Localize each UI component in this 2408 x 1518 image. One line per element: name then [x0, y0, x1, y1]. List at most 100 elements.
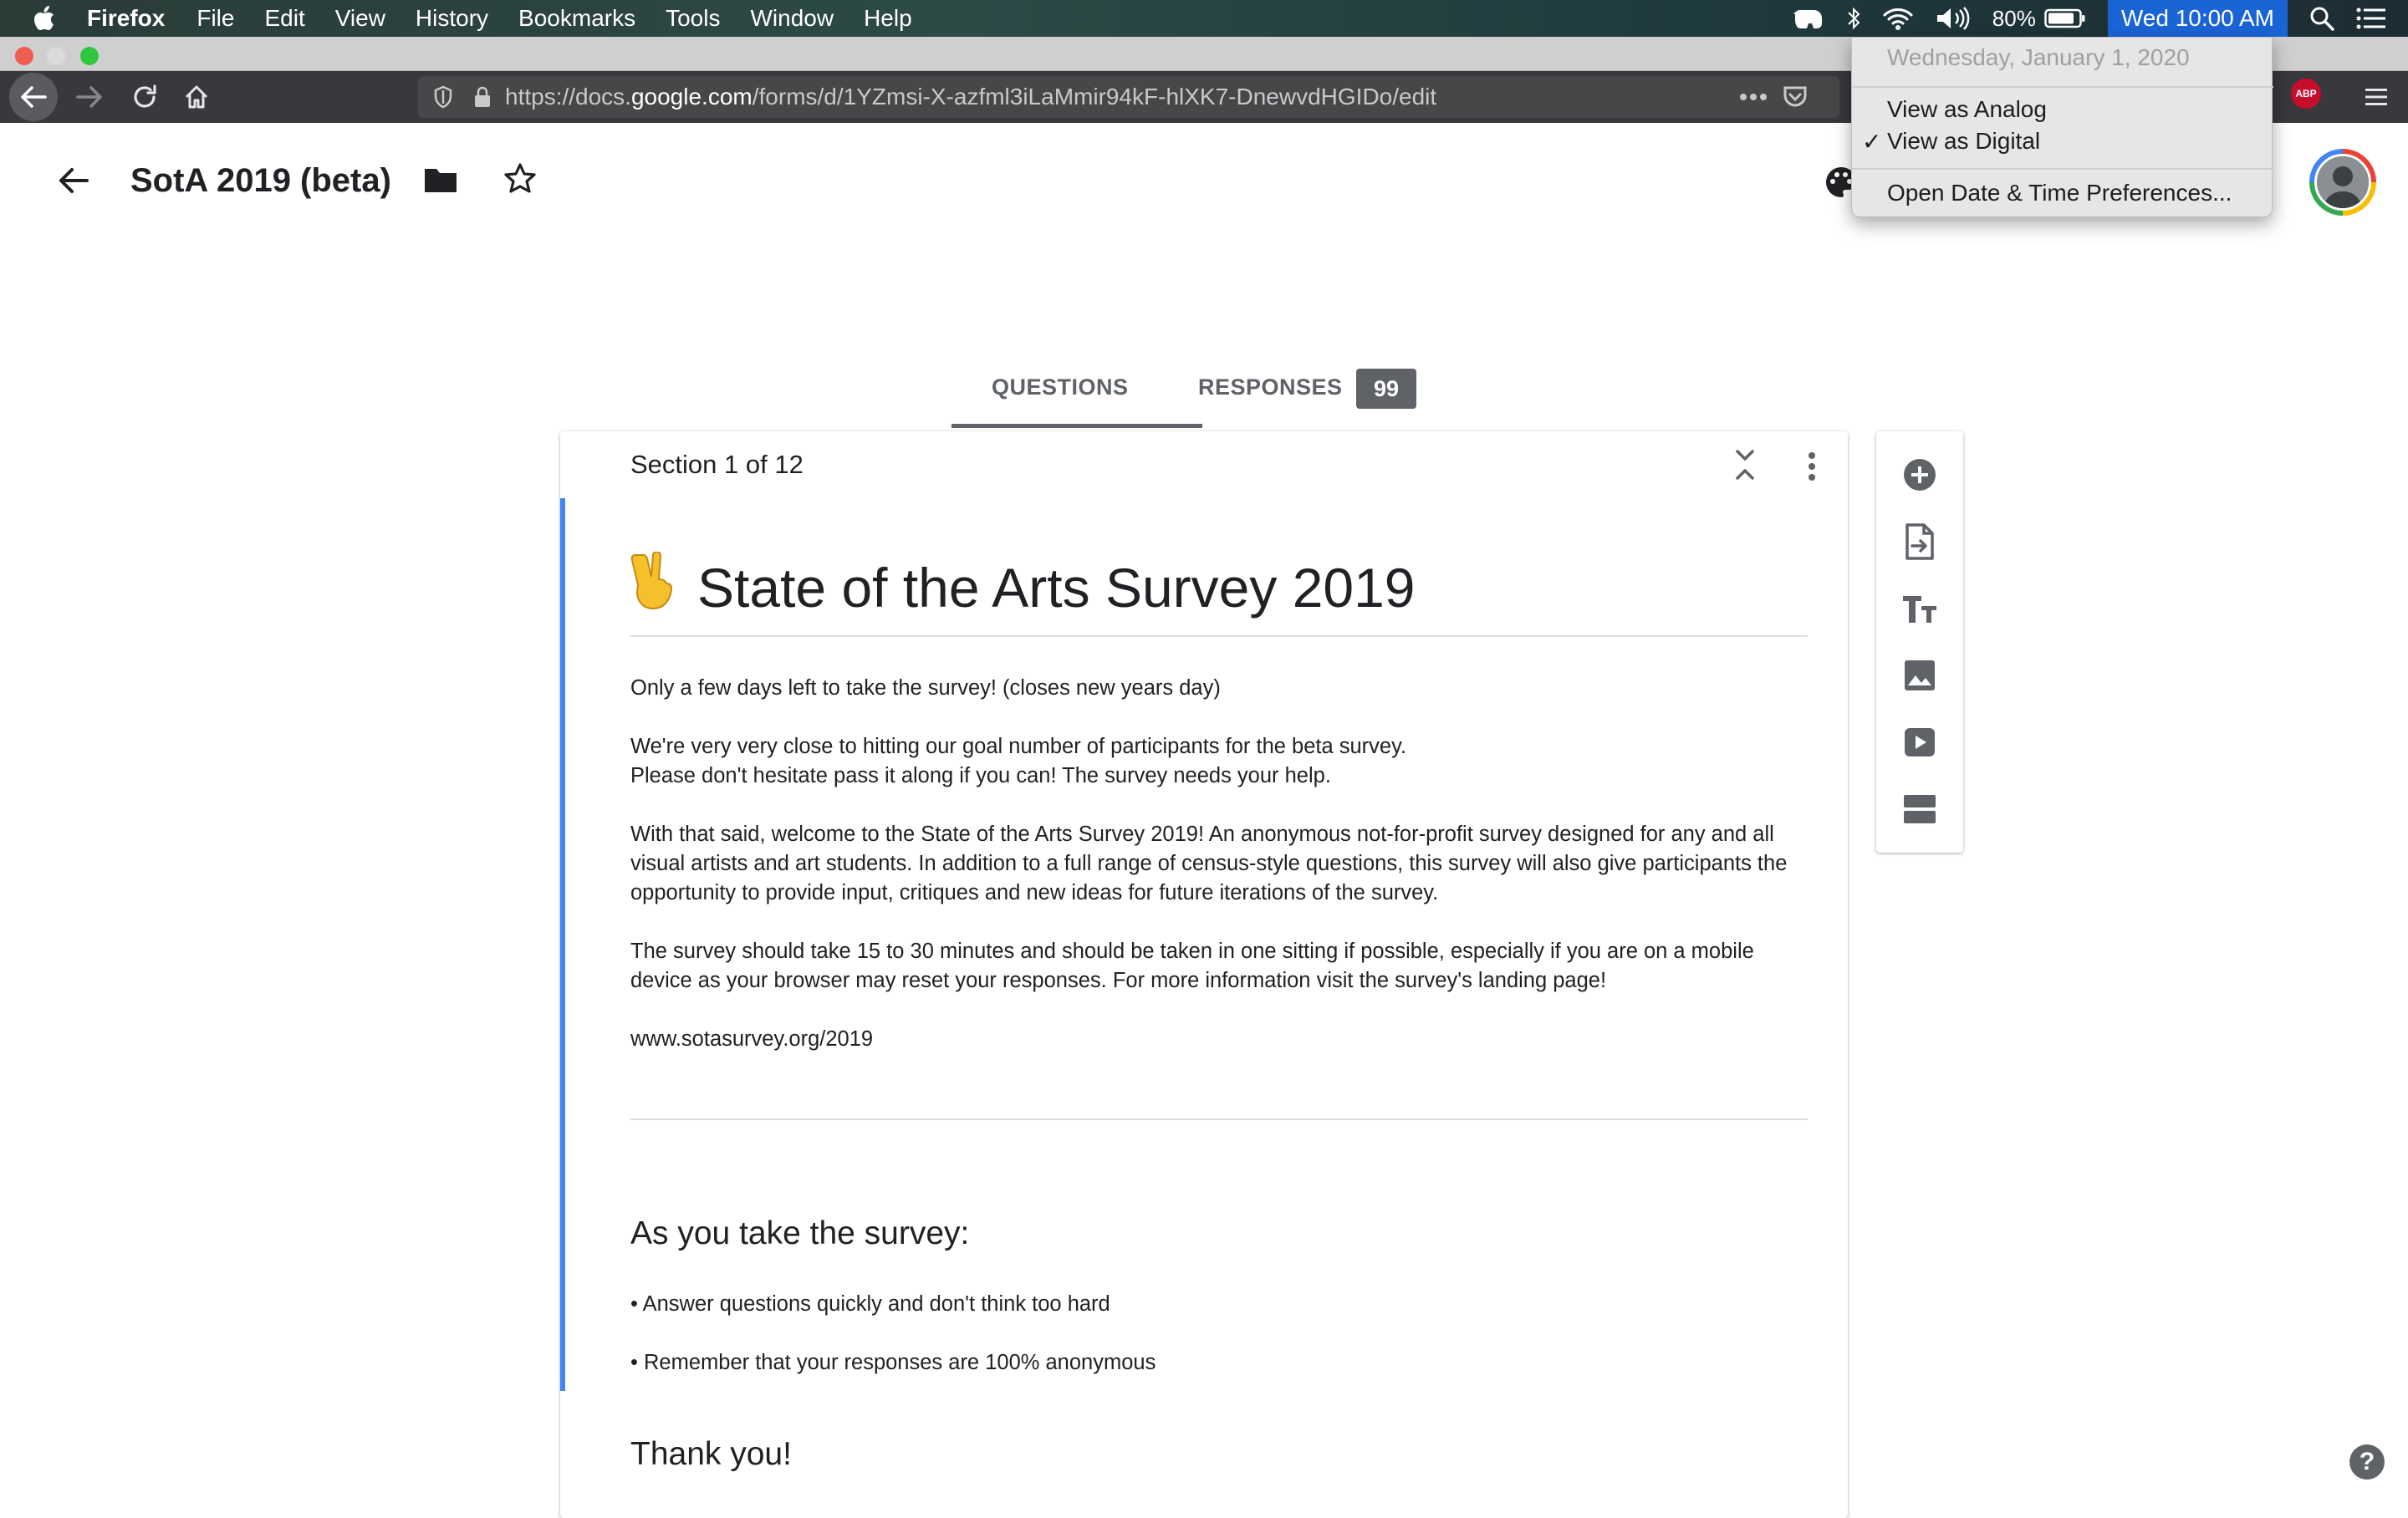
video-icon [1905, 728, 1935, 756]
back-arrow-icon [9, 73, 58, 121]
add-question-button[interactable] [1898, 453, 1941, 497]
menu-bookmarks[interactable]: Bookmarks [518, 5, 635, 32]
account-avatar[interactable] [2309, 149, 2376, 216]
add-image-button[interactable] [1898, 654, 1941, 697]
collapse-section-button[interactable] [1731, 448, 1759, 486]
forward-button[interactable] [70, 71, 109, 123]
evernote-icon[interactable] [1792, 5, 1825, 32]
add-title-description-button[interactable] [1898, 587, 1941, 630]
bluetooth-icon[interactable] [1847, 6, 1860, 31]
hamburger-icon [2365, 89, 2387, 105]
clock-menu-view-analog[interactable]: View as Analog [1887, 96, 2047, 123]
victory-hand-icon [630, 550, 679, 623]
wifi-icon[interactable] [1882, 6, 1914, 31]
menu-help[interactable]: Help [864, 5, 912, 32]
move-to-folder-button[interactable] [423, 166, 458, 198]
collapse-icon [1736, 450, 1754, 480]
url-prefix: https://docs. [505, 84, 631, 110]
apple-icon[interactable] [33, 6, 55, 31]
landing-page-link: www.sotasurvey.org/2019 [630, 1027, 874, 1051]
tab-questions[interactable]: QUESTIONS [992, 374, 1129, 400]
list-item: • Remember that your responses are 100% … [630, 1351, 1156, 1374]
tab-responses[interactable]: RESPONSES [1198, 374, 1343, 400]
adblock-plus-icon[interactable]: ABP [2291, 79, 2321, 109]
import-icon [1905, 523, 1934, 560]
battery-icon[interactable] [2044, 8, 2086, 29]
forward-arrow-icon [76, 86, 102, 108]
form-title[interactable]: State of the Arts Survey 2019 [630, 550, 1416, 623]
arrow-back-icon [59, 168, 89, 193]
clock-menu-view-digital[interactable]: View as Digital [1887, 128, 2040, 155]
checkmark-icon: ✓ [1862, 129, 1882, 155]
section-more-button[interactable] [1799, 450, 1824, 487]
clock-menu-preferences[interactable]: Open Date & Time Preferences... [1887, 180, 2232, 206]
home-button[interactable] [177, 71, 216, 123]
lock-icon[interactable] [473, 85, 492, 109]
help-button[interactable]: ? [2349, 1444, 2385, 1480]
star-icon [504, 163, 536, 193]
menu-separator [1852, 168, 2273, 170]
menu-edit[interactable]: Edit [264, 5, 304, 32]
adblock-label: ABP [2295, 88, 2317, 99]
star-button[interactable] [503, 162, 537, 200]
close-window-button[interactable] [15, 47, 33, 65]
form-title-text: State of the Arts Survey 2019 [697, 556, 1416, 619]
description-paragraph: The survey should take 15 to 30 minutes … [630, 940, 1754, 992]
add-video-button[interactable] [1898, 721, 1941, 764]
active-section-indicator [560, 498, 565, 1391]
section-icon [1904, 795, 1936, 823]
description-paragraph: We're very very close to hitting our goa… [630, 735, 1407, 758]
menubar-clock[interactable]: Wed 10:00 AM [2107, 0, 2288, 37]
more-vert-icon [1809, 452, 1815, 481]
title-underline [630, 635, 1808, 637]
volume-icon[interactable] [1936, 6, 1971, 31]
section-label: Section 1 of 12 [630, 450, 804, 479]
battery-percent: 80% [1992, 5, 2036, 31]
menu-app-firefox[interactable]: Firefox [87, 5, 165, 32]
menu-separator [1852, 86, 2273, 88]
menu-file[interactable]: File [196, 5, 234, 32]
add-section-button[interactable] [1898, 787, 1941, 831]
page-actions-icon[interactable] [1739, 93, 1768, 101]
list-item: • Answer questions quickly and don't thi… [630, 1292, 1110, 1316]
url-text: https://docs.google.com/forms/d/1YZmsi-X… [505, 84, 1436, 110]
section-subheading: As you take the survey: [630, 1215, 970, 1251]
back-button[interactable] [7, 71, 60, 123]
minimize-window-button[interactable] [47, 47, 65, 65]
back-to-forms-button[interactable] [57, 166, 90, 200]
spotlight-icon[interactable] [2309, 6, 2334, 31]
url-domain: google.com [630, 84, 752, 110]
reload-icon [134, 84, 156, 108]
import-questions-button[interactable] [1898, 520, 1941, 563]
add-circle-icon [1904, 459, 1936, 491]
description-paragraph: Please don't hesitate pass it along if y… [630, 764, 1331, 787]
menu-view[interactable]: View [335, 5, 385, 32]
zoom-window-button[interactable] [80, 47, 99, 65]
text-fields-icon [1903, 596, 1936, 623]
pocket-icon[interactable] [1783, 85, 1808, 109]
menu-history[interactable]: History [416, 5, 488, 32]
url-path: /forms/d/1YZmsi-X-azfml3iLaMmir94kF-hlXK… [752, 84, 1437, 110]
browser-menu-button[interactable] [2358, 71, 2395, 123]
tracking-shield-icon[interactable] [433, 85, 453, 109]
avatar-photo [2314, 154, 2371, 211]
document-title[interactable]: SotA 2019 (beta) [130, 162, 391, 200]
menu-tools[interactable]: Tools [666, 5, 720, 32]
url-bar[interactable]: https://docs.google.com/forms/d/1YZmsi-X… [418, 76, 1839, 118]
clock-menu: Wednesday, January 1, 2020 View as Analo… [1851, 37, 2273, 217]
form-description[interactable]: Only a few days left to take the survey!… [630, 674, 1809, 1083]
macos-menu-bar: Firefox File Edit View History Bookmarks… [0, 0, 2408, 37]
menu-window[interactable]: Window [750, 5, 834, 32]
description-paragraph: Only a few days left to take the survey!… [630, 676, 1221, 700]
active-tab-indicator [951, 424, 1202, 428]
closing-text: Thank you! [630, 1436, 792, 1472]
folder-icon [425, 169, 457, 192]
notification-center-icon[interactable] [2356, 7, 2386, 30]
clock-menu-date: Wednesday, January 1, 2020 [1887, 44, 2190, 70]
reload-button[interactable] [125, 71, 164, 123]
image-icon [1905, 660, 1935, 690]
home-icon [185, 85, 208, 109]
responses-count-badge: 99 [1356, 369, 1416, 409]
description-paragraph: With that said, welcome to the State of … [630, 823, 1788, 904]
description-divider [630, 1118, 1808, 1120]
